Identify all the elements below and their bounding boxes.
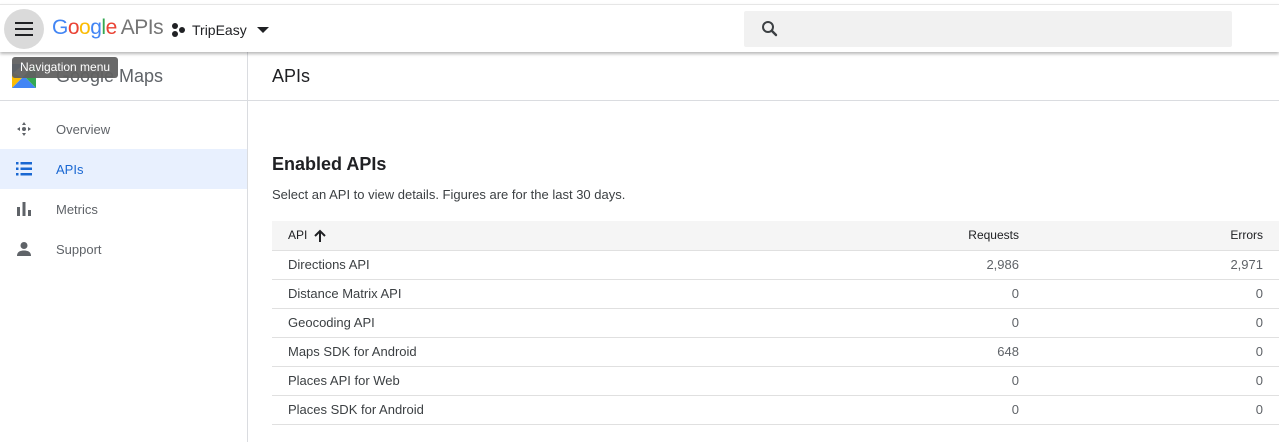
requests-cell: 0 — [832, 308, 1035, 338]
api-name-cell[interactable]: Places API for Web — [272, 366, 832, 396]
requests-cell: 0 — [832, 395, 1035, 425]
project-selector[interactable]: TripEasy — [170, 18, 269, 42]
enabled-apis-table: API Requests Errors Directions API 2,986… — [272, 221, 1279, 425]
navigation-menu-button[interactable] — [4, 9, 44, 49]
sidebar: Google Maps Overview — [0, 52, 248, 442]
api-name-cell[interactable]: Distance Matrix API — [272, 279, 832, 309]
page-title: APIs — [272, 66, 311, 86]
bar-chart-icon — [15, 200, 33, 218]
page-header: APIs — [248, 52, 1279, 101]
requests-cell: 648 — [832, 337, 1035, 367]
chevron-down-icon — [256, 27, 269, 33]
table-row[interactable]: Directions API 2,986 2,971 — [272, 250, 1279, 280]
table-header-row: API Requests Errors — [272, 221, 1279, 251]
table-row[interactable]: Distance Matrix API 0 0 — [272, 279, 1279, 309]
project-name: TripEasy — [192, 22, 247, 38]
sidebar-nav: Overview APIs Metrics Support — [0, 109, 247, 269]
table-row[interactable]: Maps SDK for Android 648 0 — [272, 337, 1279, 367]
column-header-requests[interactable]: Requests — [832, 221, 1035, 251]
person-icon — [15, 240, 33, 258]
section-title: Enabled APIs — [272, 154, 387, 174]
sidebar-item-metrics[interactable]: Metrics — [0, 189, 247, 229]
column-header-errors[interactable]: Errors — [1035, 221, 1279, 251]
sidebar-item-label: Metrics — [56, 201, 98, 217]
sidebar-item-label: Overview — [56, 121, 111, 137]
sidebar-item-apis[interactable]: APIs — [0, 149, 247, 189]
overview-icon — [15, 120, 33, 138]
main-content: APIs Enabled APIs Select an API to view … — [248, 52, 1279, 442]
api-name-cell[interactable]: Geocoding API — [272, 308, 832, 338]
search-input[interactable] — [790, 11, 1232, 47]
hamburger-menu-icon — [15, 22, 33, 36]
list-icon — [15, 160, 33, 178]
requests-cell: 2,986 — [832, 250, 1035, 280]
api-name-cell[interactable]: Directions API — [272, 250, 832, 280]
errors-cell: 0 — [1035, 337, 1279, 367]
search-bar[interactable] — [744, 11, 1232, 47]
table-row[interactable]: Places SDK for Android 0 0 — [272, 395, 1279, 425]
table-row[interactable]: Geocoding API 0 0 — [272, 308, 1279, 338]
top-app-bar: Google APIs TripEasy — [0, 4, 1279, 52]
sort-ascending-arrow-icon[interactable] — [313, 229, 327, 243]
api-name-cell[interactable]: Maps SDK for Android — [272, 337, 832, 367]
sidebar-item-support[interactable]: Support — [0, 229, 247, 269]
table-row[interactable]: Places API for Web 0 0 — [272, 366, 1279, 396]
errors-cell: 2,971 — [1035, 250, 1279, 280]
search-icon[interactable] — [760, 19, 780, 39]
column-header-api[interactable]: API — [272, 221, 832, 251]
project-dots-icon — [172, 23, 185, 37]
section-subtitle: Select an API to view details. Figures a… — [272, 187, 626, 202]
errors-cell: 0 — [1035, 366, 1279, 396]
column-header-label: API — [288, 227, 308, 242]
errors-cell: 0 — [1035, 395, 1279, 425]
requests-cell: 0 — [832, 279, 1035, 309]
requests-cell: 0 — [832, 366, 1035, 396]
sidebar-item-label: Support — [56, 241, 102, 257]
sidebar-item-label: APIs — [56, 161, 84, 177]
errors-cell: 0 — [1035, 279, 1279, 309]
navigation-menu-tooltip: Navigation menu — [12, 57, 119, 78]
api-name-cell[interactable]: Places SDK for Android — [272, 395, 832, 425]
google-apis-logo[interactable]: Google APIs — [52, 16, 164, 40]
errors-cell: 0 — [1035, 308, 1279, 338]
sidebar-item-overview[interactable]: Overview — [0, 109, 247, 149]
